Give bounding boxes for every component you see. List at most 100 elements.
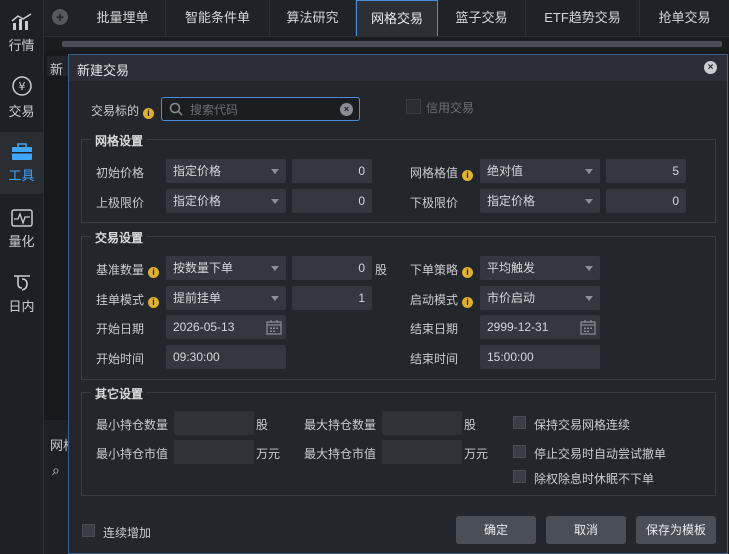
sidebar-item-quant[interactable]: 量化 [0,198,43,260]
background-panel-title: 新 [50,62,64,77]
init-price-input[interactable]: 0 [292,159,372,183]
lower-limit-input[interactable]: 0 [606,189,686,213]
tab-batch-order[interactable]: 批量埋单 [80,0,166,36]
tab-algo-research[interactable]: 算法研究 [270,0,356,36]
continuous-add-checkbox[interactable] [82,524,95,537]
upper-limit-label: 上极限价 [96,196,145,210]
start-mode-select[interactable]: 市价启动 [480,286,600,310]
yen-circle-icon: ¥ [11,75,32,96]
target-label: 交易标的 [91,104,140,118]
pending-mode-select[interactable]: 提前挂单 [166,286,286,310]
sidebar-item-intraday[interactable]: 日内 [0,262,43,324]
cancel-on-stop-label: 停止交易时自动尝试撤单 [534,447,667,461]
start-time-input[interactable]: 09:30:00 [166,345,286,369]
sidebar-item-label: 工具 [8,167,35,183]
tab-etf-trend[interactable]: ETF趋势交易 [526,0,640,36]
info-icon[interactable]: i [148,267,160,278]
info-icon[interactable]: i [148,297,160,308]
lower-limit-label: 下极限价 [410,196,459,210]
info-icon[interactable]: i [462,297,474,308]
sidebar-item-label: 日内 [8,298,35,314]
tab-grid-trading[interactable]: 网格交易 [356,0,438,36]
upper-limit-input[interactable]: 0 [292,189,372,213]
min-qty-unit: 股 [256,418,269,432]
intraday-icon [13,274,30,291]
min-qty-input[interactable] [174,411,254,435]
end-time-label: 结束时间 [410,352,459,366]
grid-value-mode-select[interactable]: 绝对值 [480,159,600,183]
info-icon[interactable]: i [143,108,155,119]
close-icon[interactable]: × [704,61,717,74]
base-qty-input[interactable]: 0 [292,256,372,280]
other-settings-title: 其它设置 [91,385,148,402]
continuous-add-label: 连续增加 [103,526,152,540]
max-qty-unit: 股 [464,418,477,432]
confirm-button[interactable]: 确定 [456,516,536,544]
target-search-box[interactable]: × [161,97,360,121]
chevron-down-icon [271,296,279,301]
base-qty-unit: 股 [375,263,388,277]
select-value: 指定价格 [487,194,536,208]
info-icon[interactable]: i [462,267,474,278]
grid-value-label-row: 网格格值 i [410,164,474,181]
dividend-sleep-checkbox[interactable] [513,470,526,483]
init-price-label: 初始价格 [96,166,145,180]
keep-grid-label: 保持交易网格连续 [534,418,631,432]
save-template-button[interactable]: 保存为模板 [636,516,716,544]
keep-grid-checkbox[interactable] [513,416,526,429]
select-value: 按数量下单 [173,261,234,275]
select-value: 绝对值 [487,164,524,178]
init-price-mode-select[interactable]: 指定价格 [166,159,286,183]
search-input[interactable] [188,101,332,119]
max-qty-label: 最大持仓数量 [304,418,377,432]
dividend-sleep-label: 除权除息时休眠不下单 [534,472,655,486]
target-label-row: 交易标的 i [91,102,155,119]
tab-basket-trading[interactable]: 篮子交易 [438,0,526,36]
clear-icon[interactable]: × [340,103,353,116]
select-value: 指定价格 [173,164,222,178]
credit-trade-label: 信用交易 [426,101,475,115]
order-strategy-select[interactable]: 平均触发 [480,256,600,280]
sidebar-item-market[interactable]: 行情 [0,2,43,64]
chevron-down-icon [271,266,279,271]
info-icon[interactable]: i [462,170,474,181]
max-value-input[interactable] [382,440,462,464]
end-date-input[interactable]: 2999-12-31 [480,315,600,339]
start-date-input[interactable]: 2026-05-13 [166,315,286,339]
cancel-on-stop-checkbox[interactable] [513,445,526,458]
order-strategy-label: 下单策略 [410,263,459,277]
upper-limit-mode-select[interactable]: 指定价格 [166,189,286,213]
max-value-unit: 万元 [464,447,489,461]
left-sidebar: 行情 ¥ 交易 工具 量化 日内 [0,0,44,554]
min-value-input[interactable] [174,440,254,464]
tab-grab-order[interactable]: 抢单交易 [640,0,729,36]
tab-smart-condition[interactable]: 智能条件单 [166,0,270,36]
start-mode-label: 启动模式 [410,293,459,307]
date-value: 2026-05-13 [173,320,235,334]
sidebar-item-tools[interactable]: 工具 [0,132,43,194]
start-time-label: 开始时间 [96,352,145,366]
cancel-button[interactable]: 取消 [546,516,626,544]
min-value-label: 最小持仓市值 [96,447,169,461]
calendar-icon[interactable] [580,319,596,335]
select-value: 指定价格 [173,194,222,208]
calendar-icon[interactable] [266,319,282,335]
chevron-down-icon [585,266,593,271]
chevron-down-icon [271,169,279,174]
waveform-icon [10,208,33,227]
sidebar-item-label: 行情 [8,37,35,53]
max-qty-input[interactable] [382,411,462,435]
lower-limit-mode-select[interactable]: 指定价格 [480,189,600,213]
add-tab-icon[interactable]: + [52,9,68,25]
end-time-input[interactable]: 15:00:00 [480,345,600,369]
grid-value-input[interactable]: 5 [606,159,686,183]
sidebar-item-label: 量化 [8,233,35,249]
date-value: 2999-12-31 [487,320,549,334]
credit-trade-checkbox[interactable] [406,99,421,114]
tab-scrollbar[interactable] [62,41,722,47]
chevron-down-icon [585,199,593,204]
pending-count-input[interactable]: 1 [292,286,372,310]
order-strategy-label-row: 下单策略 i [410,261,474,278]
base-qty-mode-select[interactable]: 按数量下单 [166,256,286,280]
sidebar-item-trade[interactable]: ¥ 交易 [0,66,43,128]
